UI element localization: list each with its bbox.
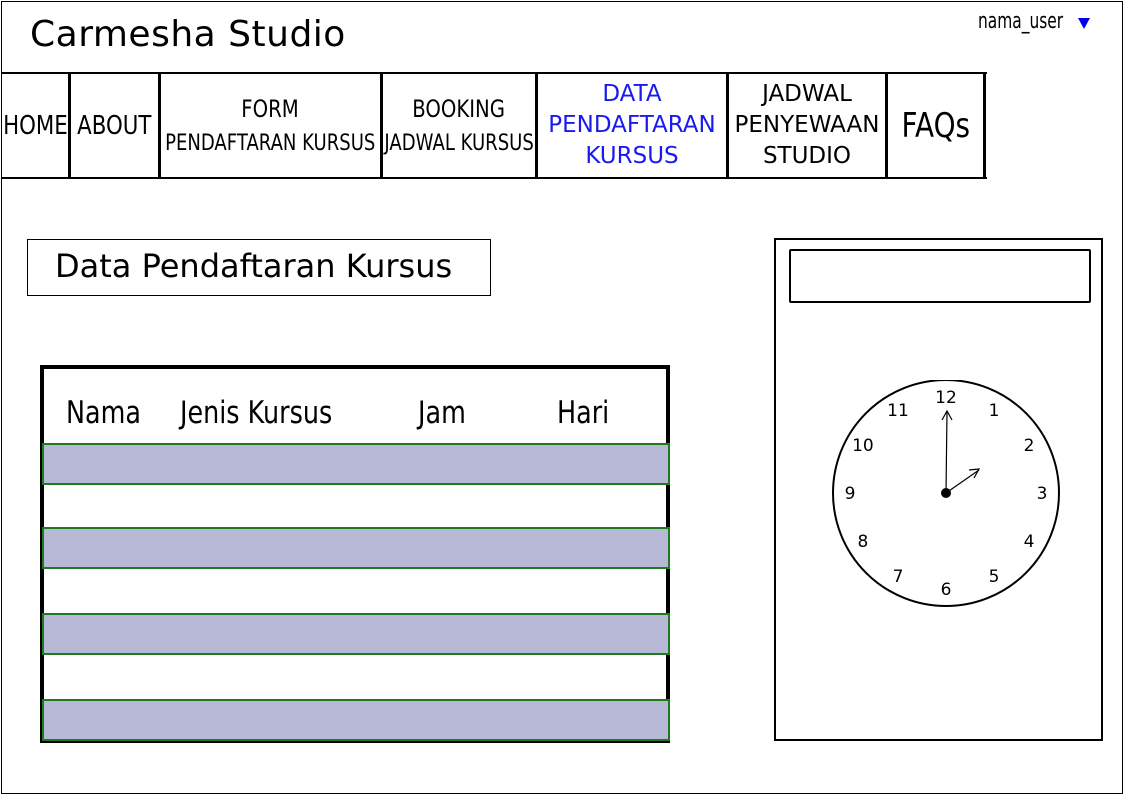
clock-number-10: 10 xyxy=(852,436,874,456)
nav-form-pendaftaran[interactable]: FORM PENDAFTARAN KURSUS xyxy=(161,74,383,177)
page-title: Data Pendaftaran Kursus xyxy=(27,239,491,296)
clock-number-8: 8 xyxy=(857,532,868,552)
clock-widget: 12 1 2 3 4 5 6 7 8 9 10 11 xyxy=(774,238,1103,741)
data-table: Nama Jenis Kursus Jam Hari xyxy=(40,365,670,743)
table-row[interactable] xyxy=(42,656,670,698)
app-title: Carmesha Studio xyxy=(30,14,346,55)
clock-center xyxy=(941,488,951,498)
main-nav: HOME ABOUT FORM PENDAFTARAN KURSUS BOOKI… xyxy=(2,72,987,179)
clock-number-4: 4 xyxy=(1024,532,1035,552)
table-row[interactable] xyxy=(42,486,670,528)
table-row[interactable] xyxy=(42,699,670,741)
clock-number-3: 3 xyxy=(1037,484,1048,504)
caret-down-icon[interactable] xyxy=(1078,18,1090,29)
nav-about[interactable]: ABOUT xyxy=(71,74,161,177)
table-row[interactable] xyxy=(42,443,670,485)
column-header-jam: Jam xyxy=(418,395,466,431)
user-menu[interactable]: nama_user xyxy=(978,9,1090,34)
analog-clock: 12 1 2 3 4 5 6 7 8 9 10 11 xyxy=(831,379,1061,610)
nav-jadwal-label-2: PENYEWAAN xyxy=(734,112,880,138)
nav-home-label: HOME xyxy=(2,110,68,141)
clock-number-11: 11 xyxy=(887,401,909,421)
nav-jadwal-penyewaan[interactable]: JADWAL PENYEWAAN STUDIO xyxy=(729,74,888,177)
column-header-nama: Nama xyxy=(66,395,141,431)
nav-booking-jadwal[interactable]: BOOKING JADWAL KURSUS xyxy=(383,74,538,177)
table-header: Nama Jenis Kursus Jam Hari xyxy=(44,369,666,445)
column-header-hari: Hari xyxy=(557,395,610,431)
clock-number-2: 2 xyxy=(1024,436,1035,456)
clock-number-5: 5 xyxy=(989,567,1000,587)
clock-number-6: 6 xyxy=(941,580,952,600)
table-row[interactable] xyxy=(42,570,670,612)
nav-jadwal-label-3: STUDIO xyxy=(762,143,852,169)
nav-booking-label-2: JADWAL KURSUS xyxy=(384,131,534,156)
nav-about-label: ABOUT xyxy=(77,110,152,141)
clock-number-9: 9 xyxy=(845,484,856,504)
nav-form-label-1: FORM xyxy=(241,95,300,123)
nav-data-label-2: PENDAFTARAN xyxy=(548,112,716,138)
user-name[interactable]: nama_user xyxy=(978,9,1063,34)
column-header-jenis-kursus: Jenis Kursus xyxy=(180,395,333,431)
nav-home[interactable]: HOME xyxy=(2,74,71,177)
nav-booking-label-1: BOOKING xyxy=(412,95,506,123)
widget-text-field[interactable] xyxy=(789,249,1091,303)
app-window: Carmesha Studio nama_user HOME ABOUT FOR… xyxy=(1,1,1123,794)
clock-number-7: 7 xyxy=(893,567,904,587)
nav-data-label-1: DATA xyxy=(602,81,662,107)
nav-faqs[interactable]: FAQs xyxy=(888,74,986,177)
clock-number-12: 12 xyxy=(935,388,957,408)
nav-form-label-2: PENDAFTARAN KURSUS xyxy=(165,131,376,156)
nav-data-label-3: KURSUS xyxy=(585,143,679,169)
nav-data-pendaftaran[interactable]: DATA PENDAFTARAN KURSUS xyxy=(538,74,729,177)
clock-icon: 121234567891011 xyxy=(832,379,1060,607)
clock-number-1: 1 xyxy=(989,401,1000,421)
nav-faqs-label: FAQs xyxy=(901,105,970,146)
table-row[interactable] xyxy=(42,613,670,655)
nav-jadwal-label-1: JADWAL xyxy=(762,81,852,107)
table-row[interactable] xyxy=(42,527,670,569)
